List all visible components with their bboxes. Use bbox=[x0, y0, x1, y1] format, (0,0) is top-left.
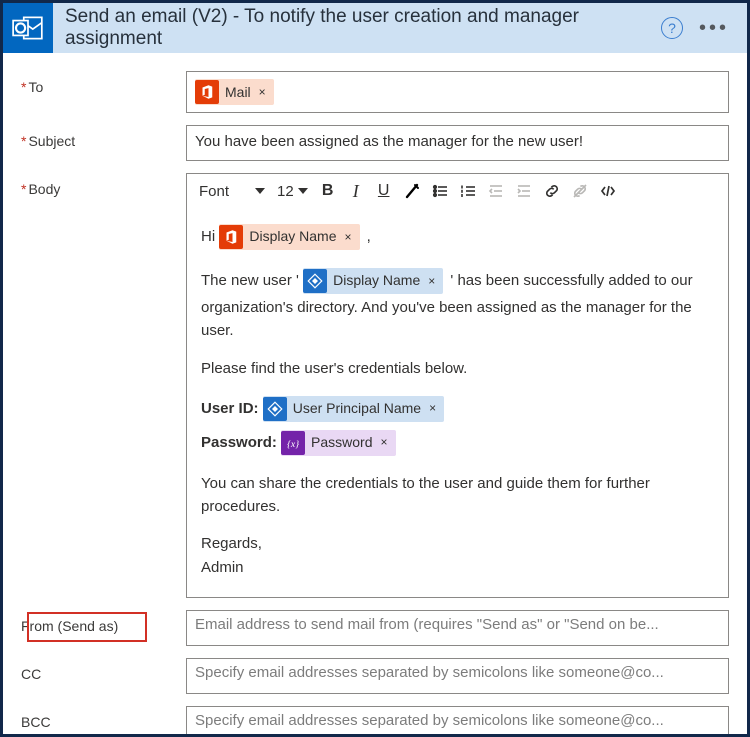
numbering-button[interactable] bbox=[455, 178, 481, 204]
office-icon bbox=[195, 80, 219, 104]
label-cc: CC bbox=[21, 658, 186, 682]
bcc-field[interactable]: Specify email addresses separated by sem… bbox=[186, 706, 729, 737]
token-remove-icon[interactable]: × bbox=[427, 399, 438, 418]
token-mail[interactable]: Mail × bbox=[195, 79, 274, 105]
help-icon[interactable]: ? bbox=[661, 17, 683, 39]
svg-text:{x}: {x} bbox=[287, 439, 299, 450]
bold-button[interactable]: B bbox=[315, 178, 341, 204]
variable-icon: {x} bbox=[281, 431, 305, 455]
to-field[interactable]: Mail × bbox=[186, 71, 729, 113]
office-icon bbox=[219, 225, 243, 249]
chevron-down-icon bbox=[255, 188, 265, 194]
unlink-button[interactable] bbox=[567, 178, 593, 204]
outlook-icon bbox=[3, 3, 53, 53]
user-id-label: User ID: bbox=[201, 400, 259, 417]
cc-field[interactable]: Specify email addresses separated by sem… bbox=[186, 658, 729, 694]
token-upn[interactable]: User Principal Name × bbox=[263, 396, 444, 422]
italic-button[interactable]: I bbox=[343, 178, 369, 204]
token-remove-icon[interactable]: × bbox=[342, 228, 353, 247]
token-display-name-o365[interactable]: Display Name × bbox=[219, 224, 359, 250]
password-label: Password: bbox=[201, 434, 277, 451]
label-subject: *Subject bbox=[21, 125, 186, 149]
token-display-name-aad[interactable]: Display Name × bbox=[303, 268, 443, 294]
label-body: *Body bbox=[21, 173, 186, 197]
subject-field[interactable]: You have been assigned as the manager fo… bbox=[186, 125, 729, 161]
bullets-button[interactable] bbox=[427, 178, 453, 204]
link-button[interactable] bbox=[539, 178, 565, 204]
azure-ad-icon bbox=[303, 269, 327, 293]
label-bcc: BCC bbox=[21, 706, 186, 730]
azure-ad-icon bbox=[263, 397, 287, 421]
more-icon[interactable]: ••• bbox=[689, 17, 747, 40]
token-remove-icon[interactable]: × bbox=[257, 85, 268, 99]
label-to: *To bbox=[21, 71, 186, 95]
token-remove-icon[interactable]: × bbox=[426, 272, 437, 291]
body-editor: Font 12 B I U bbox=[186, 173, 729, 598]
action-card: Send an email (V2) - To notify the user … bbox=[0, 0, 750, 737]
token-password[interactable]: {x} Password × bbox=[281, 430, 395, 456]
editor-toolbar: Font 12 B I U bbox=[187, 174, 728, 208]
body-content[interactable]: Hi Display Name × , The new user ' bbox=[187, 208, 728, 597]
font-size-select[interactable]: 12 bbox=[271, 178, 314, 204]
chevron-down-icon bbox=[298, 188, 308, 194]
card-header[interactable]: Send an email (V2) - To notify the user … bbox=[3, 3, 747, 53]
from-field[interactable]: Email address to send mail from (require… bbox=[186, 610, 729, 646]
label-from: From (Send as) bbox=[21, 610, 186, 634]
indent-button[interactable] bbox=[511, 178, 537, 204]
card-title: Send an email (V2) - To notify the user … bbox=[53, 6, 661, 50]
token-remove-icon[interactable]: × bbox=[379, 433, 390, 452]
code-view-button[interactable] bbox=[595, 178, 621, 204]
outdent-button[interactable] bbox=[483, 178, 509, 204]
font-color-button[interactable] bbox=[399, 178, 425, 204]
font-family-select[interactable]: Font bbox=[193, 178, 271, 204]
underline-button[interactable]: U bbox=[371, 178, 397, 204]
